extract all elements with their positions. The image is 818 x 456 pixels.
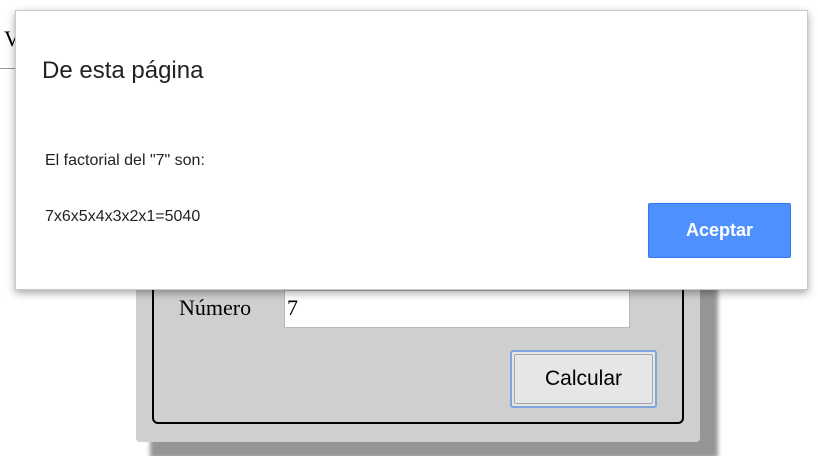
- calculate-button[interactable]: Calcular: [510, 350, 657, 408]
- alert-dialog: De esta página El factorial del "7" son:…: [15, 10, 808, 290]
- number-label: Número: [179, 295, 252, 320]
- dialog-message-line-2: 7x6x5x4x3x2x1=5040: [45, 208, 201, 225]
- calculate-button-label: Calcular: [544, 367, 623, 390]
- page: V Número 7 Calcular De esta página El fa…: [0, 0, 818, 456]
- accept-button[interactable]: Aceptar: [648, 203, 791, 258]
- dialog-message: El factorial del "7" son: 7x6x5x4x3x2x1=…: [45, 119, 205, 259]
- number-input[interactable]: 7: [284, 290, 630, 328]
- dialog-title: De esta página: [42, 57, 204, 84]
- dialog-message-line-1: El factorial del "7" son:: [45, 152, 205, 169]
